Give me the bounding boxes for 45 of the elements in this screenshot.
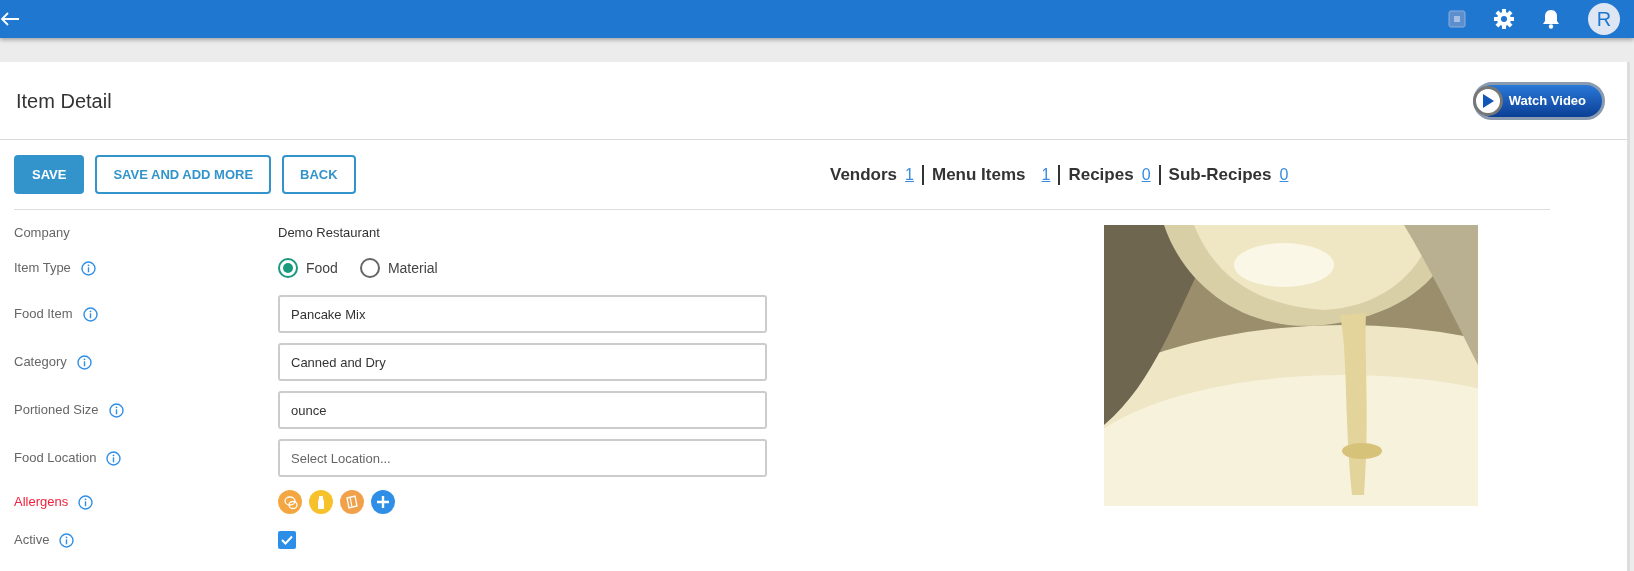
page-title: Item Detail xyxy=(16,88,112,113)
info-icon[interactable] xyxy=(78,494,94,510)
field-label: Company xyxy=(14,224,70,243)
field-label: Item Type xyxy=(14,259,71,278)
count-link[interactable]: 1 xyxy=(905,162,914,187)
radio-option[interactable]: Food xyxy=(278,257,338,279)
field-label: Food Item xyxy=(14,305,73,324)
count-label: Sub-Recipes xyxy=(1168,163,1272,186)
watch-video-button[interactable]: Watch Video xyxy=(1472,81,1605,120)
action-button[interactable]: BACK xyxy=(282,155,356,194)
input-field[interactable]: Canned and Dry xyxy=(278,343,767,381)
info-icon[interactable] xyxy=(80,260,96,276)
info-icon[interactable] xyxy=(76,354,92,370)
allergen-icon[interactable] xyxy=(340,490,364,514)
field-label: Food Location xyxy=(14,449,97,468)
radio-option[interactable]: Material xyxy=(359,257,438,279)
save-button[interactable]: SAVE xyxy=(14,155,85,194)
info-icon[interactable] xyxy=(59,532,75,548)
info-icon[interactable] xyxy=(108,402,124,418)
info-icon[interactable] xyxy=(82,306,98,322)
window-icon[interactable] xyxy=(1448,10,1466,28)
count-link[interactable]: 1 xyxy=(1041,162,1051,187)
allergen-icon[interactable] xyxy=(278,490,302,514)
field-label: Portioned Size xyxy=(14,401,99,420)
count-label: Recipes xyxy=(1068,163,1134,186)
action-button[interactable]: SAVE AND ADD MORE xyxy=(95,155,272,194)
input-field[interactable]: Select Location... xyxy=(278,439,767,477)
count-link[interactable]: 0 xyxy=(1141,162,1151,187)
count-label: Menu Items xyxy=(932,163,1026,186)
checkbox[interactable] xyxy=(278,531,296,549)
back-arrow-icon[interactable] xyxy=(0,11,20,27)
add-icon[interactable] xyxy=(371,490,395,514)
user-avatar[interactable]: R xyxy=(1588,3,1620,35)
input-field[interactable]: Pancake Mix xyxy=(278,295,767,333)
count-link[interactable]: 0 xyxy=(1279,162,1289,187)
settings-icon[interactable] xyxy=(1494,9,1514,29)
input-field[interactable]: ounce xyxy=(278,391,767,429)
info-icon[interactable] xyxy=(106,450,122,466)
count-label: Vendors xyxy=(830,163,898,186)
field-label: Allergens xyxy=(14,493,69,512)
field-value: Demo Restaurant xyxy=(278,224,380,243)
play-icon xyxy=(1480,92,1495,109)
field-label: Category xyxy=(14,353,67,372)
notification-bell-icon[interactable] xyxy=(1542,9,1560,29)
field-label: Active xyxy=(14,531,50,550)
